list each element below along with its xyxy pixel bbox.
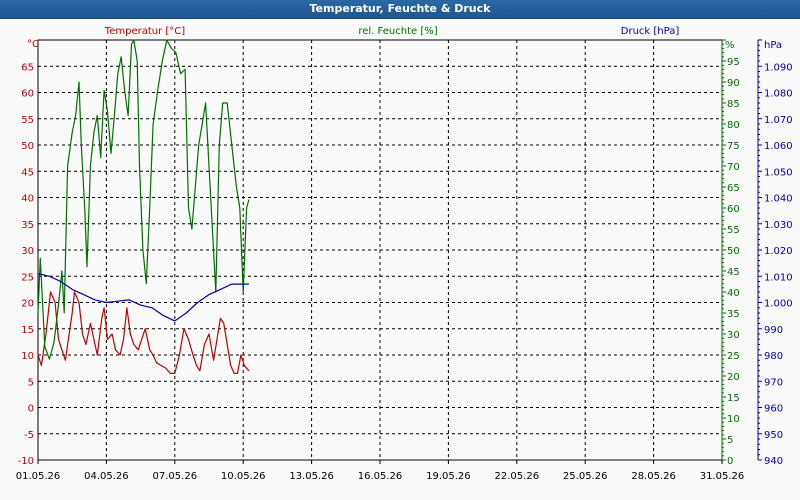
pressure-axis: 1.090 1.080 1.070 1.060 1.050 1.040 1.030 1.020… bbox=[757, 39, 793, 467]
x-tick-label: 28.05.26 bbox=[631, 471, 676, 482]
humidity-axis: 95908580757065605550454035302520151050 bbox=[721, 39, 740, 467]
humidity-tick-label: 95 bbox=[727, 57, 740, 68]
temperature-tick-label: 30 bbox=[21, 246, 34, 257]
temperature-tick-label: 25 bbox=[21, 272, 34, 283]
humidity-tick-label: 10 bbox=[727, 414, 740, 425]
humidity-tick-label: 30 bbox=[727, 330, 740, 341]
humidity-tick-label: 25 bbox=[727, 351, 740, 362]
temperature-series-line bbox=[37, 291, 250, 374]
humidity-tick-label: 50 bbox=[727, 246, 740, 257]
pressure-tick-label: 1.090 bbox=[764, 62, 793, 73]
series-layer bbox=[37, 39, 250, 374]
x-tick-label: 07.05.26 bbox=[153, 471, 198, 482]
pressure-tick-label: 970 bbox=[764, 377, 783, 388]
pressure-tick-label: 1.020 bbox=[764, 246, 793, 257]
x-tick-label: 22.05.26 bbox=[495, 471, 540, 482]
temperature-tick-label: 35 bbox=[21, 220, 34, 231]
humidity-tick-label: 70 bbox=[727, 162, 740, 173]
x-tick-label: 16.05.26 bbox=[358, 471, 403, 482]
pressure-tick-label: 1.050 bbox=[764, 167, 793, 178]
temperature-tick-label: -5 bbox=[24, 430, 34, 441]
pressure-tick-label: 1.030 bbox=[764, 220, 793, 231]
humidity-tick-label: 35 bbox=[727, 309, 740, 320]
x-tick-label: 01.05.26 bbox=[16, 471, 61, 482]
temperature-tick-label: 45 bbox=[21, 167, 34, 178]
humidity-tick-label: 90 bbox=[727, 78, 740, 89]
pressure-tick-label: 960 bbox=[764, 404, 783, 415]
temperature-tick-label: 55 bbox=[21, 115, 34, 126]
temperature-tick-label: 20 bbox=[21, 299, 34, 310]
temperature-tick-label: 15 bbox=[21, 325, 34, 336]
temperature-axis-label: Temperatur [°C] bbox=[104, 26, 185, 37]
pressure-tick-label: 1.000 bbox=[764, 299, 793, 310]
humidity-tick-label: 80 bbox=[727, 120, 740, 131]
pressure-tick-label: 1.060 bbox=[764, 141, 793, 152]
x-axis: 01.05.26 04.05.26 07.05.26 10.05.26 13.05.26… bbox=[16, 460, 745, 482]
pressure-tick-label: 1.040 bbox=[764, 194, 793, 205]
x-tick-label: 31.05.26 bbox=[700, 471, 745, 482]
humidity-tick-label: 40 bbox=[727, 288, 740, 299]
humidity-tick-label: 85 bbox=[727, 99, 740, 110]
temperature-tick-label: 65 bbox=[21, 62, 34, 73]
x-tick-label: 25.05.26 bbox=[563, 471, 608, 482]
pressure-tick-label: 1.080 bbox=[764, 89, 793, 100]
humidity-axis-label: rel. Feuchte [%] bbox=[358, 26, 437, 37]
humidity-tick-label: 55 bbox=[727, 225, 740, 236]
pressure-unit: hPa bbox=[764, 40, 782, 51]
humidity-tick-label: 0 bbox=[727, 456, 733, 467]
temperature-tick-label: 40 bbox=[21, 194, 34, 205]
pressure-series-line bbox=[37, 273, 249, 322]
x-tick-label: 10.05.26 bbox=[221, 471, 266, 482]
temperature-axis: 65605550454035302520151050-5-10 bbox=[18, 62, 34, 467]
humidity-series-line bbox=[37, 39, 250, 360]
temperature-unit: °C bbox=[27, 39, 39, 50]
humidity-tick-label: 15 bbox=[727, 393, 740, 404]
temperature-tick-label: 5 bbox=[28, 377, 34, 388]
humidity-tick-label: 75 bbox=[727, 141, 740, 152]
temperature-tick-label: 60 bbox=[21, 89, 34, 100]
pressure-tick-label: 980 bbox=[764, 351, 783, 362]
temperature-tick-label: 50 bbox=[21, 141, 34, 152]
humidity-tick-label: 5 bbox=[727, 435, 733, 446]
humidity-tick-label: 45 bbox=[727, 267, 740, 278]
pressure-tick-label: 1.010 bbox=[764, 272, 793, 283]
pressure-tick-label: 940 bbox=[764, 456, 783, 467]
x-tick-label: 19.05.26 bbox=[426, 471, 471, 482]
temperature-tick-label: 0 bbox=[28, 404, 34, 415]
humidity-tick-label: 65 bbox=[727, 183, 740, 194]
x-tick-label: 13.05.26 bbox=[289, 471, 334, 482]
humidity-tick-label: 60 bbox=[727, 204, 740, 215]
pressure-tick-label: 1.070 bbox=[764, 115, 793, 126]
x-tick-label: 04.05.26 bbox=[84, 471, 129, 482]
pressure-tick-label: 990 bbox=[764, 325, 783, 336]
humidity-unit: % bbox=[725, 40, 735, 51]
pressure-axis-label: Druck [hPa] bbox=[621, 26, 680, 37]
temperature-tick-label: -10 bbox=[18, 456, 34, 467]
chart: 65605550454035302520151050-5-10 95908580… bbox=[16, 26, 793, 482]
grid-lines bbox=[38, 40, 723, 460]
humidity-tick-label: 20 bbox=[727, 372, 740, 383]
temperature-tick-label: 10 bbox=[21, 351, 34, 362]
pressure-tick-label: 950 bbox=[764, 430, 783, 441]
